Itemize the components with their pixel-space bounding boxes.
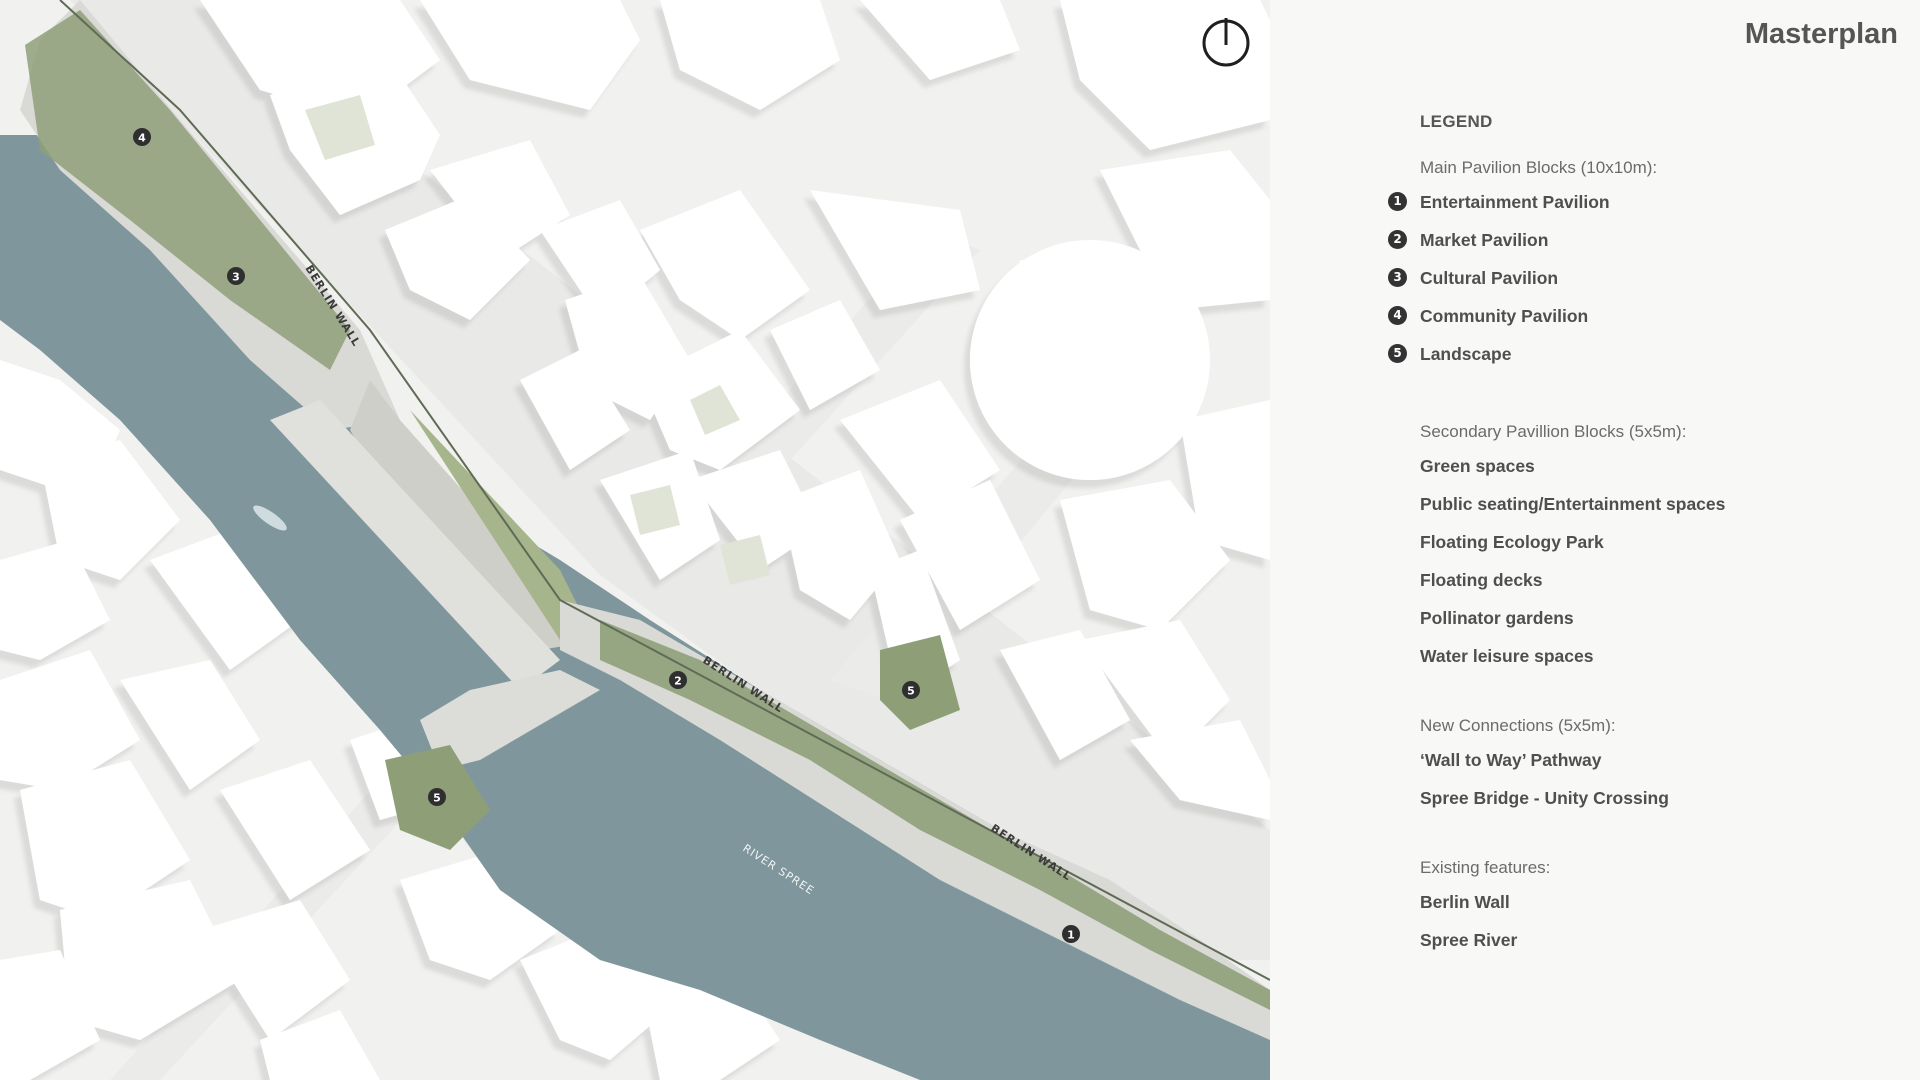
legend-group-title: Main Pavilion Blocks (10x10m): — [1420, 158, 1658, 177]
legend-item-cultural-pavilion: 3 Cultural Pavilion — [1388, 268, 1900, 306]
legend-item-market-pavilion: 2 Market Pavilion — [1388, 230, 1900, 268]
marker-badge: 4 — [1388, 306, 1407, 325]
legend-item: Green spaces — [1420, 456, 1535, 476]
legend-item: ‘Wall to Way’ Pathway — [1420, 750, 1602, 770]
legend: LEGEND Main Pavilion Blocks (10x10m): 1 … — [1388, 112, 1900, 1000]
marker-1[interactable]: 1 — [1062, 925, 1080, 943]
legend-group-connections: New Connections (5x5m): ‘Wall to Way’ Pa… — [1420, 716, 1900, 826]
marker-4[interactable]: 4 — [133, 128, 151, 146]
site-map[interactable]: BERLIN WALL BERLIN WALL BERLIN WALL RIVE… — [0, 0, 1270, 1080]
legend-group-secondary: Secondary Pavillion Blocks (5x5m): Green… — [1420, 422, 1900, 684]
legend-item: Floating decks — [1420, 570, 1543, 590]
marker-badge: 3 — [1388, 268, 1407, 287]
marker-badge: 2 — [1388, 230, 1407, 249]
svg-text:2: 2 — [674, 675, 682, 688]
legend-item-label: Landscape — [1420, 344, 1512, 364]
legend-item: Floating Ecology Park — [1420, 532, 1604, 552]
legend-group-title: Existing features: — [1420, 858, 1551, 877]
legend-item: Water leisure spaces — [1420, 646, 1594, 666]
marker-badge: 5 — [1388, 344, 1407, 363]
legend-item-label: Market Pavilion — [1420, 230, 1549, 250]
legend-group-title: Secondary Pavillion Blocks (5x5m): — [1420, 422, 1687, 441]
marker-5-north[interactable]: 5 — [902, 681, 920, 699]
legend-group-main: Main Pavilion Blocks (10x10m): 1 Enterta… — [1388, 158, 1900, 382]
legend-item-landscape: 5 Landscape — [1388, 344, 1900, 382]
svg-text:3: 3 — [232, 271, 240, 284]
legend-item-label: Community Pavilion — [1420, 306, 1589, 326]
legend-item: Berlin Wall — [1420, 892, 1510, 912]
marker-5-south[interactable]: 5 — [428, 788, 446, 806]
svg-text:1: 1 — [1067, 929, 1075, 942]
legend-heading: LEGEND — [1420, 112, 1493, 131]
svg-text:4: 4 — [138, 132, 146, 145]
marker-2[interactable]: 2 — [669, 671, 687, 689]
legend-item: Public seating/Entertainment spaces — [1420, 494, 1726, 514]
legend-item-community-pavilion: 4 Community Pavilion — [1388, 306, 1900, 344]
legend-item: Spree River — [1420, 930, 1518, 950]
legend-item-label: Cultural Pavilion — [1420, 268, 1559, 288]
legend-item-label: Entertainment Pavilion — [1420, 192, 1610, 212]
marker-badge: 1 — [1388, 192, 1407, 211]
svg-text:5: 5 — [907, 685, 915, 698]
legend-item-entertainment-pavilion: 1 Entertainment Pavilion — [1388, 192, 1900, 230]
svg-text:5: 5 — [433, 792, 441, 805]
legend-group-title: New Connections (5x5m): — [1420, 716, 1616, 735]
legend-item: Pollinator gardens — [1420, 608, 1574, 628]
legend-panel: Masterplan LEGEND Main Pavilion Blocks (… — [1270, 0, 1920, 1080]
page-title: Masterplan — [1744, 18, 1898, 50]
legend-group-existing: Existing features: Berlin Wall Spree Riv… — [1420, 858, 1900, 968]
marker-3[interactable]: 3 — [227, 267, 245, 285]
legend-item: Spree Bridge - Unity Crossing — [1420, 788, 1669, 808]
